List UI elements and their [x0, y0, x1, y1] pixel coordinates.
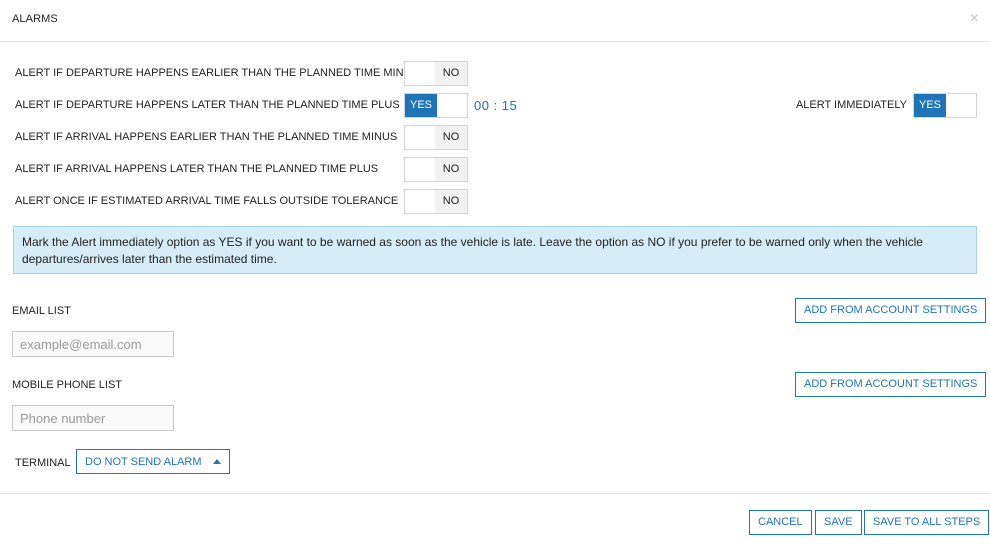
toggle-state: YES: [405, 94, 437, 117]
arrival-early-toggle[interactable]: NO: [404, 125, 468, 150]
terminal-selected-value: DO NOT SEND ALARM: [85, 456, 202, 468]
arrival-late-toggle[interactable]: NO: [404, 157, 468, 182]
close-icon[interactable]: ×: [970, 11, 979, 27]
alert-label: ALERT ONCE IF ESTIMATED ARRIVAL TIME FAL…: [15, 195, 399, 207]
alert-row-departure-late: ALERT IF DEPARTURE HAPPENS LATER THAN TH…: [15, 93, 977, 118]
alert-label: ALERT IF ARRIVAL HAPPENS EARLIER THAN TH…: [15, 131, 398, 143]
tolerance-time-value[interactable]: 00 : 15: [474, 98, 517, 113]
email-list-label: EMAIL LIST: [12, 305, 71, 317]
info-message: Mark the Alert immediately option as YES…: [13, 226, 977, 274]
alert-row-estimated-arrival: ALERT ONCE IF ESTIMATED ARRIVAL TIME FAL…: [15, 189, 975, 214]
toggle-state: NO: [435, 190, 467, 213]
toggle-state: NO: [435, 126, 467, 149]
email-input[interactable]: [12, 331, 174, 357]
alert-row-arrival-late: ALERT IF ARRIVAL HAPPENS LATER THAN THE …: [15, 157, 975, 182]
alert-label: ALERT IF DEPARTURE HAPPENS LATER THAN TH…: [15, 99, 400, 111]
terminal-select[interactable]: DO NOT SEND ALARM: [76, 449, 230, 474]
add-phone-from-account-button[interactable]: ADD FROM ACCOUNT SETTINGS: [795, 372, 987, 397]
phone-input[interactable]: [12, 405, 174, 431]
alert-immediately-label: ALERT IMMEDIATELY: [795, 99, 907, 111]
dialog-footer: CANCEL SAVE SAVE TO ALL STEPS: [0, 493, 990, 549]
departure-early-toggle[interactable]: NO: [404, 61, 468, 86]
save-to-all-steps-button[interactable]: SAVE TO ALL STEPS: [864, 510, 990, 535]
departure-late-toggle[interactable]: YES: [404, 93, 468, 118]
alert-row-departure-early: ALERT IF DEPARTURE HAPPENS EARLIER THAN …: [15, 61, 975, 86]
dialog-title: ALARMS: [12, 13, 58, 25]
dialog-header: ALARMS ×: [0, 0, 990, 42]
save-button[interactable]: SAVE: [815, 510, 862, 535]
toggle-state: NO: [435, 62, 467, 85]
terminal-label: TERMINAL: [15, 457, 71, 469]
toggle-state: NO: [435, 158, 467, 181]
caret-up-icon: [213, 459, 221, 464]
alert-immediately-toggle[interactable]: YES: [913, 93, 977, 118]
alert-label: ALERT IF ARRIVAL HAPPENS LATER THAN THE …: [15, 163, 379, 175]
toggle-state: YES: [914, 94, 946, 117]
phone-list-label: MOBILE PHONE LIST: [12, 379, 123, 391]
alert-label: ALERT IF DEPARTURE HAPPENS EARLIER THAN …: [15, 67, 419, 79]
add-email-from-account-button[interactable]: ADD FROM ACCOUNT SETTINGS: [795, 298, 987, 323]
alert-row-arrival-early: ALERT IF ARRIVAL HAPPENS EARLIER THAN TH…: [15, 125, 975, 150]
cancel-button[interactable]: CANCEL: [749, 510, 812, 535]
estimated-arrival-toggle[interactable]: NO: [404, 189, 468, 214]
